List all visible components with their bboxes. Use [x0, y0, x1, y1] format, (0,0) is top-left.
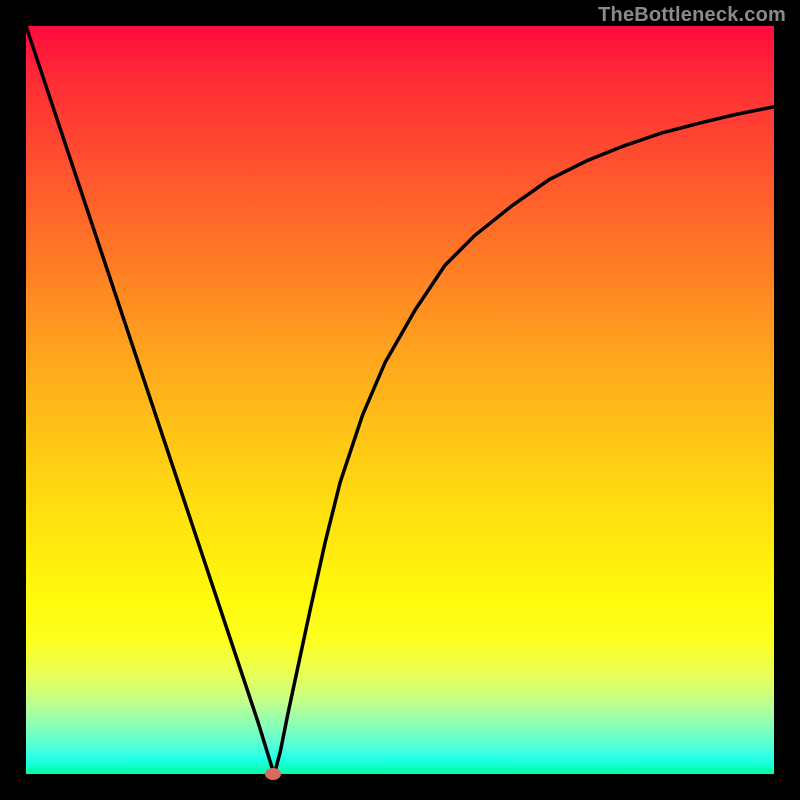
- watermark-text: TheBottleneck.com: [598, 4, 786, 26]
- plot-area: [26, 26, 774, 774]
- curve-layer: [26, 26, 774, 774]
- watermark: TheBottleneck.com: [598, 4, 786, 27]
- chart-frame: TheBottleneck.com: [0, 0, 800, 800]
- optimum-marker: [265, 768, 281, 780]
- bottleneck-curve: [26, 26, 774, 774]
